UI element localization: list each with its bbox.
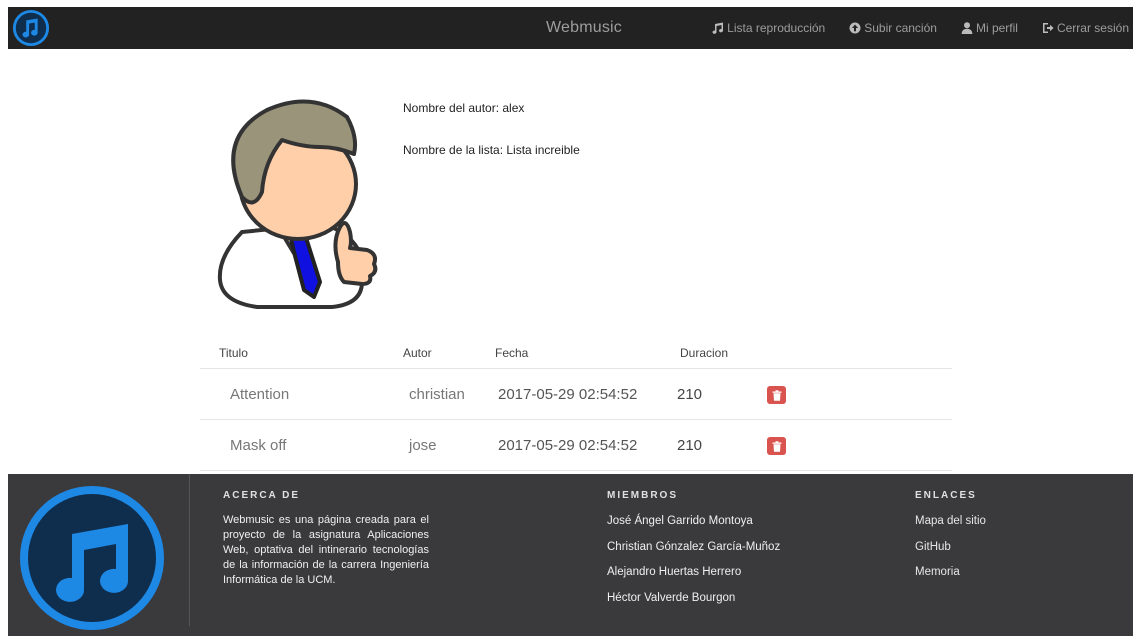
member-item: Alejandro Huertas Herrero	[607, 566, 742, 578]
song-date: 2017-05-29 02:54:52	[498, 437, 638, 454]
businessman-thumbs-up-avatar	[217, 99, 378, 309]
footer-members-list: José Ángel Garrido Montoya Christian Gón…	[607, 515, 780, 617]
song-title[interactable]: Mask off	[230, 437, 286, 454]
list-name-line: Nombre de la lista: Lista increible	[403, 143, 580, 157]
author-name-line: Nombre del autor: alex	[403, 101, 525, 115]
trash-icon	[772, 440, 781, 452]
footer-link-memoria[interactable]: Memoria	[915, 566, 986, 592]
footer-link-github[interactable]: GitHub	[915, 541, 986, 567]
member-item: Héctor Valverde Bourgon	[607, 591, 736, 604]
column-header-author: Autor	[403, 346, 432, 360]
top-navbar: Webmusic Lista reproducción Subir canció…	[8, 7, 1133, 49]
table-header: Titulo Autor Fecha Duracion	[200, 340, 952, 369]
nav-link-label: Cerrar sesión	[1056, 21, 1129, 35]
nav-link-label: Lista reproducción	[727, 21, 826, 35]
trash-icon	[772, 389, 781, 401]
song-duration: 210	[677, 437, 703, 454]
table-row: Mask off jose 2017-05-29 02:54:52 210	[200, 420, 952, 471]
column-header-date: Fecha	[495, 346, 529, 360]
footer-links-list: Mapa del sitio GitHub Memoria	[915, 515, 986, 592]
nav-link-profile[interactable]: Mi perfil	[961, 21, 1018, 35]
song-title[interactable]: Attention	[230, 386, 289, 403]
nav-link-logout[interactable]: Cerrar sesión	[1042, 21, 1129, 35]
logout-icon	[1042, 23, 1054, 33]
delete-song-button[interactable]	[767, 386, 786, 404]
table-row: Attention christian 2017-05-29 02:54:52 …	[200, 369, 952, 420]
song-author: jose	[409, 437, 437, 454]
music-note-circle-icon	[20, 486, 164, 630]
songs-table: Titulo Autor Fecha Duracion Attention ch…	[200, 340, 952, 471]
music-note-circle-icon[interactable]	[12, 9, 50, 47]
member-item: Christian Gónzalez García-Muñoz	[607, 540, 781, 553]
upload-circle-icon	[849, 22, 861, 34]
music-note-icon	[712, 22, 724, 34]
song-duration: 210	[677, 386, 703, 403]
nav-link-label: Subir canción	[864, 21, 937, 35]
column-header-title: Titulo	[219, 346, 248, 360]
member-item: José Ángel Garrido Montoya	[607, 515, 753, 527]
footer-about-text: Webmusic es una página creada para el pr…	[223, 514, 429, 586]
footer-divider	[189, 474, 190, 626]
song-author: christian	[409, 386, 465, 403]
site-footer: ACERCA DE Webmusic es una página creada …	[8, 474, 1133, 636]
footer-link-sitemap[interactable]: Mapa del sitio	[915, 515, 986, 541]
footer-links-heading: ENLACES	[915, 490, 977, 501]
nav-links: Lista reproducción Subir canción Mi perf…	[688, 21, 1129, 35]
nav-link-playlist[interactable]: Lista reproducción	[712, 21, 825, 35]
column-header-duration: Duracion	[680, 346, 729, 360]
nav-link-upload[interactable]: Subir canción	[849, 21, 937, 35]
footer-about-heading: ACERCA DE	[223, 490, 301, 501]
footer-members-heading: MIEMBROS	[607, 490, 678, 501]
song-date: 2017-05-29 02:54:52	[498, 386, 638, 403]
brand-title[interactable]: Webmusic	[546, 19, 622, 37]
nav-link-label: Mi perfil	[975, 21, 1018, 35]
user-icon	[961, 22, 973, 34]
delete-song-button[interactable]	[767, 437, 786, 455]
